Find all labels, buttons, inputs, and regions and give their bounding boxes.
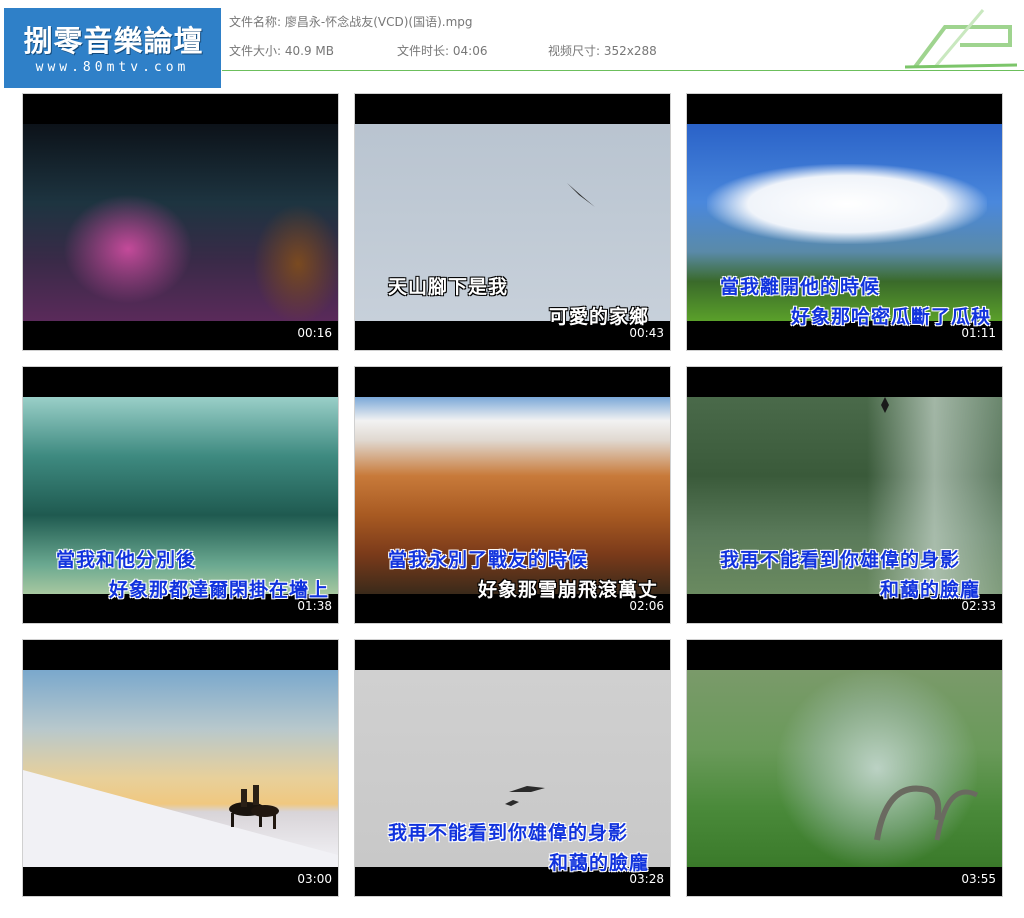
- subtitle-line-2: 好象那哈密瓜斷了瓜秧: [791, 306, 992, 328]
- timestamp: 00:43: [629, 326, 664, 340]
- subtitle-line-2: 可愛的家鄉: [549, 306, 650, 328]
- forum-logo: 捌零音樂論壇 www.80mtv.com: [4, 8, 221, 88]
- file-duration-value: 04:06: [452, 44, 488, 58]
- video-dimensions-value: 352x288: [603, 44, 657, 58]
- video-dimensions-row: 视频尺寸: 352x288: [548, 42, 657, 59]
- video-frame: [687, 670, 1002, 867]
- timestamp: 02:06: [629, 599, 664, 613]
- thumbnail-03-28[interactable]: 我再不能看到你雄偉的身影 和藹的臉龐 03:28: [354, 639, 671, 897]
- file-name-row: 文件名称: 廖昌永-怀念战友(VCD)(国语).mpg: [229, 13, 473, 30]
- timestamp: 03:28: [629, 872, 664, 886]
- file-duration-row: 文件时长: 04:06: [397, 42, 487, 59]
- subtitle-line-2: 好象那雪崩飛滾萬丈: [478, 579, 659, 601]
- timestamp: 01:11: [961, 326, 996, 340]
- file-duration-label: 文件时长:: [397, 44, 450, 58]
- goat-horns-icon: [874, 785, 979, 841]
- eagle-icon: [881, 397, 889, 413]
- eagle-icon: [567, 183, 595, 207]
- thumbnail-01-11[interactable]: 當我離開他的時候 好象那哈密瓜斷了瓜秧 01:11: [686, 93, 1003, 351]
- video-dimensions-label: 视频尺寸:: [548, 44, 601, 58]
- eagles-icon: [505, 786, 545, 806]
- subtitle-line-2: 和藹的臉龐: [549, 852, 650, 874]
- horse-riders-icon: [229, 785, 279, 829]
- video-frame: [23, 670, 338, 867]
- timestamp: 01:38: [297, 599, 332, 613]
- thumbnail-03-55[interactable]: 03:55: [686, 639, 1003, 897]
- thumbnail-00-16[interactable]: 00:16: [22, 93, 339, 351]
- file-size-value: 40.9 MB: [284, 44, 334, 58]
- thumbnail-03-00[interactable]: 03:00: [22, 639, 339, 897]
- subtitle-line-2: 好象那都達爾閑掛在墻上: [109, 579, 330, 601]
- timestamp: 03:55: [961, 872, 996, 886]
- thumbnail-02-33[interactable]: 我再不能看到你雄偉的身影 和藹的臉龐 02:33: [686, 366, 1003, 624]
- timestamp: 00:16: [297, 326, 332, 340]
- subtitle-line-1: 我再不能看到你雄偉的身影: [720, 549, 961, 571]
- file-name-label: 文件名称:: [229, 15, 282, 29]
- logo-url: www.80mtv.com: [35, 60, 190, 75]
- subtitle-line-1: 當我永別了戰友的時候: [388, 549, 589, 571]
- thumbnail-02-06[interactable]: 當我永別了戰友的時候 好象那雪崩飛滾萬丈 02:06: [354, 366, 671, 624]
- subtitle-line-1: 我再不能看到你雄偉的身影: [388, 822, 629, 844]
- thumbnail-00-43[interactable]: 天山腳下是我 可愛的家鄉 00:43: [354, 93, 671, 351]
- timestamp: 03:00: [297, 872, 332, 886]
- header-divider: [222, 70, 1024, 71]
- subtitle-line-1: 天山腳下是我: [388, 276, 509, 298]
- subtitle-line-2: 和藹的臉龐: [880, 579, 981, 601]
- corner-decoration-icon: [905, 9, 1018, 69]
- file-size-label: 文件大小:: [229, 44, 282, 58]
- file-name-value: 廖昌永-怀念战友(VCD)(国语).mpg: [284, 15, 473, 29]
- subtitle-line-1: 當我和他分別後: [56, 549, 197, 571]
- video-frame: [23, 124, 338, 321]
- subtitle-line-1: 當我離開他的時候: [720, 276, 881, 298]
- logo-title: 捌零音樂論壇: [23, 24, 204, 58]
- thumbnail-01-38[interactable]: 當我和他分別後 好象那都達爾閑掛在墻上 01:38: [22, 366, 339, 624]
- timestamp: 02:33: [961, 599, 996, 613]
- file-size-row: 文件大小: 40.9 MB: [229, 42, 334, 59]
